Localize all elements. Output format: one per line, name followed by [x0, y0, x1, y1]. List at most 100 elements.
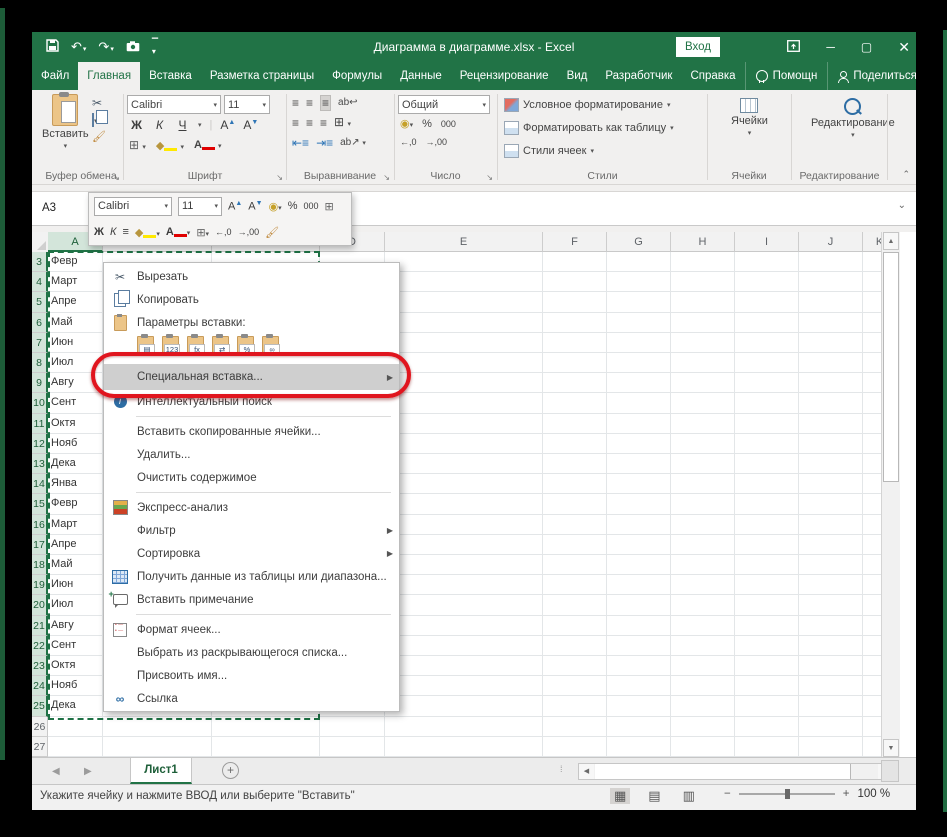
vertical-scrollbar-thumb[interactable] [883, 252, 899, 482]
sheet-tab[interactable]: Лист1 [130, 758, 192, 784]
font-name-combo[interactable]: Calibri ▾ [127, 95, 221, 114]
select-all-corner[interactable] [32, 232, 49, 253]
paste-option-link-icon[interactable]: ∞ [262, 334, 280, 356]
paste-option-paste-icon[interactable]: ▤ [137, 334, 155, 356]
cell-A18[interactable]: Май [48, 558, 101, 570]
cell-A7[interactable]: Июн [48, 336, 101, 348]
cell-A9[interactable]: Авгу [48, 376, 101, 388]
page-break-view-icon[interactable]: ▥ [679, 788, 699, 804]
menu-item-присвоить-имя[interactable]: Присвоить имя... [104, 664, 399, 687]
grow-font-button[interactable]: А▲ [220, 118, 235, 132]
align-top-button[interactable]: ≡ [292, 96, 299, 110]
column-header-I[interactable]: I [735, 232, 799, 252]
row-header-4[interactable]: 4 [32, 272, 48, 293]
help-assistant-button[interactable]: Помощн [744, 62, 828, 90]
tab-файл[interactable]: Файл [32, 62, 78, 90]
column-header-F[interactable]: F [543, 232, 607, 252]
menu-item-ссылка[interactable]: ∞ Ссылка [104, 687, 399, 710]
menu-item-экспресс-анализ[interactable]: Экспресс-анализ [104, 496, 399, 519]
paste-option-transpose-icon[interactable]: ⇄ [212, 334, 230, 356]
row-header-9[interactable]: 9 [32, 373, 48, 394]
row-header-12[interactable]: 12 [32, 433, 48, 454]
paste-option-values-icon[interactable]: 123 [162, 334, 180, 356]
tab-вид[interactable]: Вид [558, 62, 597, 90]
horizontal-scrollbar[interactable]: ◀ ▶ [578, 763, 894, 780]
cell-A24[interactable]: Нояб [48, 679, 101, 691]
zoom-slider-thumb[interactable] [784, 789, 790, 799]
comma-style-button[interactable]: 000 [441, 119, 456, 129]
cell-A19[interactable]: Июн [48, 578, 101, 590]
row-header-14[interactable]: 14 [32, 474, 48, 495]
row-header-26[interactable]: 26 [32, 716, 48, 737]
zoom-slider[interactable] [738, 789, 835, 799]
shrink-font-button[interactable]: А▼ [243, 118, 258, 132]
mini-comma-button[interactable]: 000 [303, 201, 318, 211]
italic-button[interactable]: К [152, 118, 167, 132]
maximize-button[interactable]: ▢ [861, 40, 872, 54]
tab-формулы[interactable]: Формулы [323, 62, 391, 90]
menu-item-вставить-скопированные-ячейки[interactable]: Вставить скопированные ячейки... [104, 420, 399, 443]
cell-A17[interactable]: Апре [48, 538, 101, 550]
mini-align-button[interactable]: ≡ [122, 226, 128, 238]
mini-bold-button[interactable]: Ж [94, 226, 104, 238]
row-header-20[interactable]: 20 [32, 595, 48, 616]
fill-color-button[interactable]: ◆ ▾ [156, 139, 184, 152]
cell-A21[interactable]: Авгу [48, 619, 101, 631]
cell-styles-button[interactable]: Стили ячеек ▾ [504, 142, 594, 159]
mini-merge-button[interactable]: ⊞ [325, 200, 334, 213]
menu-item-сортировка[interactable]: Сортировка ▶ [104, 542, 399, 565]
paste-option-formulas-icon[interactable]: fx [187, 334, 205, 356]
menu-item-копировать[interactable]: Копировать [104, 288, 399, 311]
cell-A12[interactable]: Нояб [48, 437, 101, 449]
mini-font-size-combo[interactable]: 11 ▾ [178, 196, 222, 216]
increase-indent-button[interactable]: ⇥≡ [316, 136, 333, 150]
row-header-24[interactable]: 24 [32, 676, 48, 697]
menu-item-вырезать[interactable]: ✂ Вырезать [104, 265, 399, 288]
sheet-nav-next-icon[interactable]: ▶ [84, 766, 92, 777]
sheet-nav-prev-icon[interactable]: ◀ [52, 766, 60, 777]
column-header-H[interactable]: H [671, 232, 735, 252]
row-header-11[interactable]: 11 [32, 413, 48, 434]
clipboard-dialog-launcher[interactable]: ↘ [113, 173, 120, 182]
tab-рецензирование[interactable]: Рецензирование [451, 62, 558, 90]
mini-percent-button[interactable]: % [288, 200, 298, 212]
row-header-22[interactable]: 22 [32, 635, 48, 656]
align-bottom-button[interactable]: ≡ [320, 95, 332, 111]
borders-button[interactable]: ⊞ ▾ [129, 138, 146, 152]
cut-button[interactable]: ✂ [92, 96, 106, 110]
menu-item-выбрать-из-раскрывающегося-списка[interactable]: Выбрать из раскрывающегося списка... [104, 641, 399, 664]
column-header-J[interactable]: J [799, 232, 863, 252]
row-header-16[interactable]: 16 [32, 514, 48, 535]
tab-разработчик[interactable]: Разработчик [596, 62, 681, 90]
row-header-18[interactable]: 18 [32, 555, 48, 576]
cell-A10[interactable]: Сент [48, 396, 101, 408]
row-header-6[interactable]: 6 [32, 312, 48, 333]
mini-borders-button[interactable]: ⊞▾ [196, 226, 209, 239]
row-header-19[interactable]: 19 [32, 575, 48, 596]
cell-A15[interactable]: Февр [48, 497, 101, 509]
cell-A14[interactable]: Янва [48, 477, 101, 489]
menu-item-фильтр[interactable]: Фильтр ▶ [104, 519, 399, 542]
horizontal-scrollbar-thumb[interactable] [595, 764, 851, 779]
row-header-5[interactable]: 5 [32, 292, 48, 313]
cell-A23[interactable]: Октя [48, 659, 101, 671]
cell-A13[interactable]: Дека [48, 457, 101, 469]
tab-вставка[interactable]: Вставка [140, 62, 201, 90]
row-header-23[interactable]: 23 [32, 656, 48, 677]
menu-item-получить-данные-из-таблицы-или-диапазона[interactable]: Получить данные из таблицы или диапазона… [104, 565, 399, 588]
menu-item-очистить-содержимое[interactable]: Очистить содержимое [104, 466, 399, 489]
align-middle-button[interactable]: ≡ [306, 96, 313, 110]
percent-style-button[interactable]: % [422, 118, 432, 130]
orientation-button[interactable]: ab↗ ▾ [340, 136, 366, 151]
normal-view-icon[interactable]: ▦ [610, 788, 631, 804]
mini-decrease-decimal-button[interactable]: →,00 [238, 227, 260, 237]
menu-item-удалить[interactable]: Удалить... [104, 443, 399, 466]
paste-option-formatting-icon[interactable]: % [237, 334, 255, 356]
row-header-3[interactable]: 3 [32, 252, 48, 273]
mini-format-painter-button[interactable]: 🖌 [265, 226, 279, 239]
merge-center-button[interactable]: ⊞ ▾ [334, 115, 351, 132]
share-button[interactable]: Поделиться [827, 62, 916, 90]
accounting-format-button[interactable]: ◉▾ [400, 117, 413, 130]
row-header-27[interactable]: 27 [32, 736, 48, 757]
menu-item-интеллектуальный-поиск[interactable]: i Интеллектуальный поиск [104, 390, 399, 413]
